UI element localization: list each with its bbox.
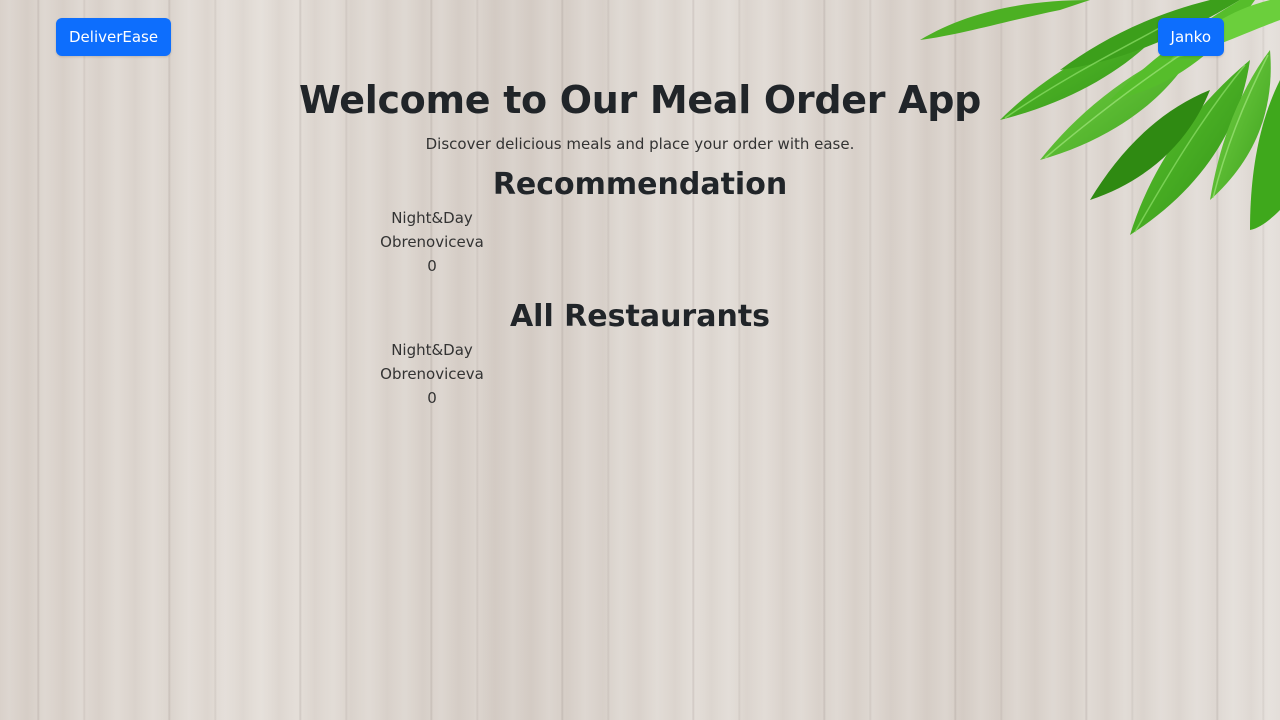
restaurant-address: Obrenoviceva [380, 233, 484, 251]
recommendation-heading: Recommendation [492, 167, 788, 202]
recommended-restaurant-card[interactable]: Night&Day Obrenoviceva 0 [372, 206, 492, 278]
restaurant-name: Night&Day [391, 341, 473, 359]
restaurant-rating: 0 [427, 389, 437, 407]
main-content: Welcome to Our Meal Order App Discover d… [0, 74, 1280, 410]
restaurant-name: Night&Day [391, 209, 473, 227]
page-subtitle: Discover delicious meals and place your … [425, 135, 855, 153]
restaurant-card[interactable]: Night&Day Obrenoviceva 0 [372, 338, 492, 410]
restaurant-rating: 0 [427, 257, 437, 275]
all-restaurants-heading: All Restaurants [509, 299, 771, 334]
page-title: Welcome to Our Meal Order App [299, 78, 981, 122]
user-menu-button[interactable]: Janko [1157, 18, 1224, 56]
brand-button[interactable]: DeliverEase [56, 18, 172, 56]
restaurant-address: Obrenoviceva [380, 365, 484, 383]
